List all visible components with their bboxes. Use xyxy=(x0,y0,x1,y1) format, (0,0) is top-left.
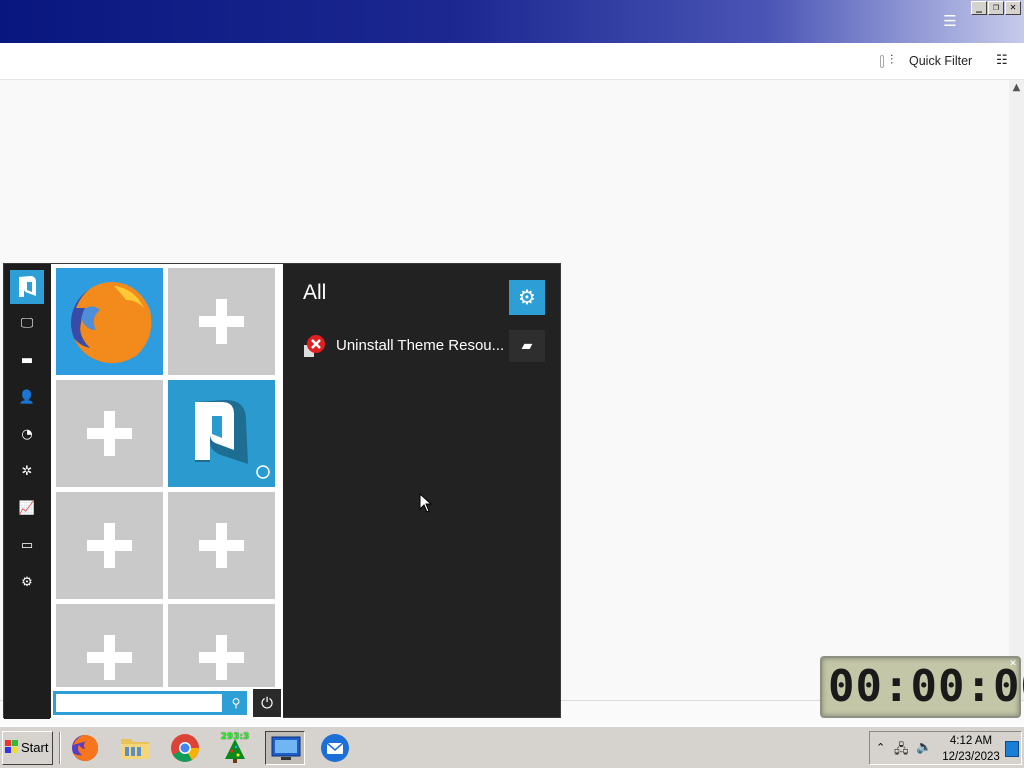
plus-icon xyxy=(199,635,244,680)
puzzle-icon[interactable]: ✲ xyxy=(10,458,44,486)
taskbar-firefox[interactable] xyxy=(65,731,105,765)
taskbar: Start 293:3 ⌃ 🖧 🔈 4:12 AM 12/23/2023 xyxy=(0,726,1024,768)
start-menu-sidebar: 🖵 ▬ 👤 ◔ ✲ 📈 ▭ ⚙ xyxy=(4,264,50,719)
columns-icon[interactable]: ☷ xyxy=(996,53,1008,68)
toolbar-divider xyxy=(880,55,884,68)
system-tray: ⌃ 🖧 🔈 4:12 AM 12/23/2023 xyxy=(869,731,1022,765)
tile-grid xyxy=(51,264,283,719)
firefox-icon xyxy=(72,735,99,762)
tile-firefox[interactable] xyxy=(56,268,163,375)
chrome-icon xyxy=(171,734,199,762)
tree-counter: 293:3 xyxy=(220,732,250,742)
display-icon[interactable]: ▭ xyxy=(10,532,44,560)
app-item-uninstall-theme-resources[interactable]: Uninstall Theme Resou... ▰ xyxy=(303,330,545,362)
tile-add-1[interactable] xyxy=(168,268,275,375)
taskbar-separator xyxy=(59,732,61,764)
tile-rainmeter[interactable] xyxy=(168,380,275,487)
show-desktop-icon[interactable] xyxy=(1005,741,1019,757)
plus-icon xyxy=(199,299,244,344)
start-menu: 🖵 ▬ 👤 ◔ ✲ 📈 ▭ ⚙ ⚲ ⏻ All ⚙ Uninstall Them… xyxy=(3,263,561,719)
tile-add-4[interactable] xyxy=(168,492,275,599)
timer-widget: 00:00:00 ✕ xyxy=(820,656,1024,718)
taskbar-chrome[interactable] xyxy=(165,731,205,765)
maximize-button[interactable]: ❐ xyxy=(988,1,1004,15)
volume-icon[interactable]: 🔈 xyxy=(916,740,932,755)
minimize-button[interactable]: _ xyxy=(971,1,987,15)
plus-icon xyxy=(87,411,132,456)
tile-add-2[interactable] xyxy=(56,380,163,487)
remote-desktop-icon xyxy=(271,736,301,760)
close-button[interactable]: ✕ xyxy=(1005,1,1021,15)
plus-icon xyxy=(199,523,244,568)
mouse-cursor-icon xyxy=(419,493,433,513)
close-icon[interactable]: ✕ xyxy=(1008,659,1018,669)
apps-settings-icon[interactable]: ⚙ xyxy=(509,280,545,315)
monitor-icon[interactable]: 🖵 xyxy=(10,310,44,338)
toolbar: ⫶ Quick Filter ☷ xyxy=(0,43,1024,80)
thunderbird-icon xyxy=(321,734,349,762)
open-folder-icon[interactable]: ▰ xyxy=(509,330,545,362)
plus-icon xyxy=(87,523,132,568)
quick-filter-button[interactable]: Quick Filter xyxy=(909,54,972,68)
network-icon[interactable]: ◔ xyxy=(10,421,44,449)
network-icon[interactable]: 🖧 xyxy=(894,740,909,762)
plus-icon xyxy=(87,635,132,680)
all-apps-panel: All ⚙ Uninstall Theme Resou... ▰ xyxy=(283,264,560,717)
tile-add-3[interactable] xyxy=(56,492,163,599)
folder-icon xyxy=(121,739,149,759)
start-search-bar: ⚲ ⏻ xyxy=(51,687,283,719)
vertical-scrollbar[interactable]: ▲ xyxy=(1009,80,1024,700)
rainmeter-icon xyxy=(195,400,270,479)
tray-time[interactable]: 4:12 AM xyxy=(940,735,1002,747)
folder-icon[interactable]: ▬ xyxy=(10,347,44,375)
timer-display: 00:00:00 xyxy=(828,661,1024,712)
power-icon[interactable]: ⏻ xyxy=(253,689,281,717)
search-icon[interactable]: ⚲ xyxy=(225,691,247,715)
start-label: Start xyxy=(21,740,49,755)
chevron-up-icon[interactable]: ⌃ xyxy=(876,741,885,754)
tray-date[interactable]: 12/23/2023 xyxy=(940,751,1002,763)
start-button[interactable]: Start xyxy=(2,731,53,765)
app-item-label: Uninstall Theme Resou... xyxy=(336,337,505,354)
users-icon[interactable]: 👤 xyxy=(10,384,44,412)
sliders-icon[interactable]: ⫶ xyxy=(890,53,893,68)
taskbar-file-explorer[interactable] xyxy=(115,731,155,765)
window-title-bar: ☰ _ ❐ ✕ xyxy=(0,0,1024,43)
tile-add-5[interactable] xyxy=(56,604,163,687)
windows-flag-icon xyxy=(5,740,18,753)
all-apps-title: All xyxy=(303,281,327,304)
hamburger-icon[interactable]: ☰ xyxy=(940,14,960,29)
rainmeter-logo-icon[interactable] xyxy=(10,270,44,304)
uninstall-icon xyxy=(304,335,325,357)
taskbar-tree[interactable]: 293:3 xyxy=(215,731,255,765)
tile-add-6[interactable] xyxy=(168,604,275,687)
chart-icon[interactable]: 📈 xyxy=(10,495,44,523)
scroll-up-icon[interactable]: ▲ xyxy=(1009,82,1024,94)
start-search-input[interactable] xyxy=(53,691,225,715)
firefox-icon xyxy=(71,282,152,364)
settings-icon[interactable]: ⚙ xyxy=(10,569,44,597)
taskbar-remote-desktop[interactable] xyxy=(265,731,305,765)
taskbar-thunderbird[interactable] xyxy=(315,731,355,765)
